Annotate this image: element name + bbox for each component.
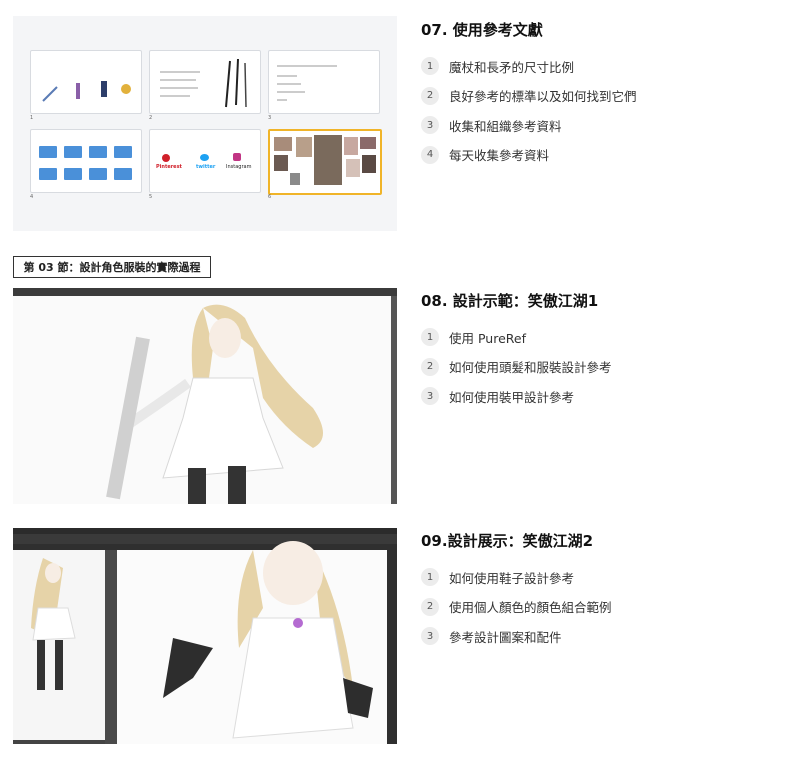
item-label: 如何使用鞋子設計參考 [449,570,575,586]
item-label: 如何使用頭髮和服裝設計參考 [449,360,612,376]
item-label: 如何使用裝甲設計參考 [449,389,575,405]
slides-thumbnail: 1 2 3 Pinterest twitter Instagram 4 5 6 [13,16,397,231]
item-number: 2 [421,597,439,616]
slide-number: 1 [30,115,34,121]
slide-references-selected [268,129,382,195]
folder-icon [39,168,57,180]
folder-icon [89,146,107,158]
list-item: 3 如何使用裝甲設計參考 [421,386,801,406]
slide-weapons [30,50,142,114]
lesson-title: 07. 使用參考文獻 [421,21,543,39]
list-item: 1 如何使用鞋子設計參考 [421,567,801,587]
slide-number: 4 [30,194,34,200]
instagram-icon [233,153,241,161]
slide-swords [149,50,261,114]
item-number: 2 [421,86,439,105]
item-number: 1 [421,328,439,346]
list-item: 2 良好參考的標準以及如何找到它們 [421,86,801,106]
slide-number: 3 [268,115,272,121]
text-lines-illustration [277,65,337,101]
lesson-07: 07. 使用參考文獻 1 魔杖和長矛的尺寸比例 2 良好參考的標準以及如何找到它們 … [421,20,801,174]
lesson-08: 08. 設計示範：笑傲江湖1 1 使用 PureRef 2 如何使用頭髮和服裝設計參… [421,291,801,416]
list-item: 1 使用 PureRef [421,327,801,347]
list-item: 2 如何使用頭髮和服裝設計參考 [421,357,801,377]
lesson-topic-list: 1 使用 PureRef 2 如何使用頭髮和服裝設計參考 3 如何使用裝甲設計參考 [421,327,801,406]
twitter-icon [200,154,209,161]
folder-icon [64,168,82,180]
item-number: 1 [421,568,439,586]
list-item: 3 收集和組織參考資料 [421,115,801,135]
pinterest-label: Pinterest [156,164,182,170]
instagram-label: Instagram [226,164,252,170]
folder-icon [89,168,107,180]
list-item: 4 每天收集參考資料 [421,145,801,165]
reference-collage [274,135,376,185]
list-item: 3 參考設計圖案和配件 [421,626,801,646]
weapons-illustration [42,81,131,102]
item-number: 3 [421,387,439,406]
slide-number: 6 [268,194,272,200]
list-item: 2 使用個人顏色的顏色組合範例 [421,597,801,617]
lesson-topic-list: 1 如何使用鞋子設計參考 2 使用個人顏色的顏色組合範例 3 參考設計圖案和配件 [421,567,801,646]
character-drawing [13,296,397,504]
lesson-topic-list: 1 魔杖和長矛的尺寸比例 2 良好參考的標準以及如何找到它們 3 收集和組織參考資料 … [421,56,801,165]
item-label: 良好參考的標準以及如何找到它們 [449,89,637,105]
folder-icon [39,146,57,158]
slide-text [268,50,380,114]
pinterest-icon [162,154,170,162]
item-label: 魔杖和長矛的尺寸比例 [449,59,575,75]
swords-illustration [160,58,247,108]
drawing-thumbnail-1 [13,288,397,504]
folder-icon [114,146,132,158]
item-number: 3 [421,627,439,646]
item-label: 使用個人顏色的顏色組合範例 [449,600,612,616]
lesson-09: 09.設計展示：笑傲江湖2 1 如何使用鞋子設計參考 2 使用個人顏色的顏色組合範例… [421,531,801,656]
lesson-title: 08. 設計示範：笑傲江湖1 [421,292,599,310]
slide-social: Pinterest twitter Instagram [149,129,261,193]
item-label: 使用 PureRef [449,330,526,346]
slide-folders [30,129,142,193]
item-number: 4 [421,145,439,164]
photoshop-workspace [13,528,397,744]
list-item: 1 魔杖和長矛的尺寸比例 [421,56,801,76]
folder-icon [114,168,132,180]
item-label: 參考設計圖案和配件 [449,629,562,645]
item-number: 3 [421,116,439,135]
twitter-label: twitter [196,164,216,170]
item-number: 1 [421,57,439,75]
slide-number: 2 [149,115,153,121]
slide-number: 5 [149,194,153,200]
item-number: 2 [421,357,439,376]
folder-icon [64,146,82,158]
section-tag: 第 03 節：設計角色服裝的實際過程 [13,256,211,278]
item-label: 收集和組織參考資料 [449,118,562,134]
lesson-title: 09.設計展示：笑傲江湖2 [421,532,594,550]
drawing-thumbnail-2 [13,528,397,744]
item-label: 每天收集參考資料 [449,148,550,164]
